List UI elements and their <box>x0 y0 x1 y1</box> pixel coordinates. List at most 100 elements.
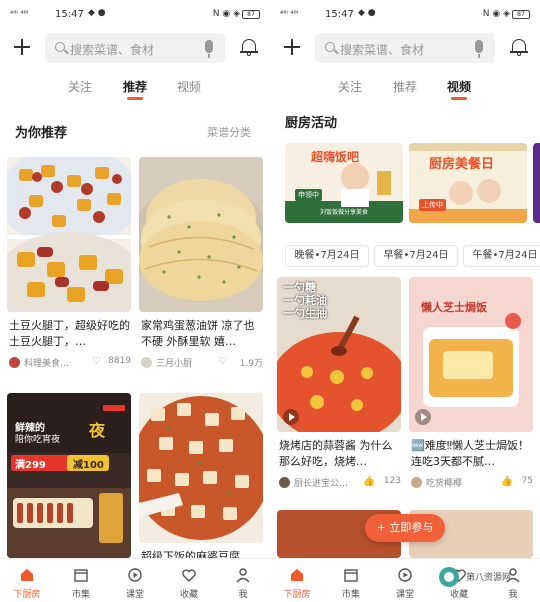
market-icon <box>344 569 358 582</box>
author-name: 吃货椰椰 <box>426 479 463 489</box>
section-title: 厨房活动 <box>285 116 338 131</box>
nav-item-me[interactable]: 我 <box>216 559 270 602</box>
watermark-logo: 第八资源网 <box>438 566 528 588</box>
recipe-image <box>139 157 263 312</box>
home-icon <box>291 569 303 581</box>
join-now-button[interactable]: + 立即参与 <box>365 514 445 542</box>
meal-chip[interactable]: 早餐•7月24日 <box>374 245 458 267</box>
avatar <box>279 477 290 488</box>
recipe-meta: 料理美食… ♡ 8819 <box>9 356 131 370</box>
ad-night-char: 夜 <box>89 421 106 440</box>
video-thumbnail: 一勺糖 一勺耗油 一勺生抽 <box>277 277 401 432</box>
tab-video[interactable]: 视频 <box>177 78 201 95</box>
market-icon <box>74 569 88 582</box>
video-title: 🆕难度‼懒人芝士焗饭！连吃3天都不腻… <box>411 439 530 468</box>
notification-icons: ◆ ● <box>88 8 106 18</box>
search-icon <box>325 42 335 52</box>
banner-subtitle: 刘饭饭做分享美食 <box>319 209 368 216</box>
video-thumbnail: 懒人芝士焗饭 <box>409 277 533 432</box>
activity-banner[interactable]: 超嗨饭吧 刘饭饭做分享美食 申领中 <box>285 143 403 223</box>
like-count: 8819 <box>108 356 131 366</box>
banner-badge: 申领中 <box>295 189 322 201</box>
tab-recommend[interactable]: 推荐 <box>123 78 147 100</box>
search-input[interactable]: 搜索菜谱、食材 <box>315 33 495 63</box>
video-meta: 厨长进宝公… 👍 123 <box>279 476 401 490</box>
ad-image: 鲜辣的 陪你吃宵夜 夜 满299 减100 <box>7 393 131 558</box>
recipe-title: 超级下饭的麻婆豆腐 <box>141 550 240 558</box>
ad-subline: 陪你吃宵夜 <box>15 435 61 445</box>
add-icon[interactable] <box>282 37 302 57</box>
video-overlay-line: 一勺耗油 <box>283 294 327 307</box>
system-icons: N ◉ ◈ <box>482 9 510 19</box>
author-name: 三月小厨 <box>156 359 193 369</box>
activity-banner[interactable]: 厨房美餐日 上传中 <box>409 143 527 223</box>
author-name: 厨长进宝公… <box>294 479 349 489</box>
person-icon <box>236 568 250 583</box>
nav-item-market[interactable]: 市集 <box>324 559 378 602</box>
tab-video[interactable]: 视频 <box>447 78 471 100</box>
recipe-image <box>139 393 263 543</box>
meal-chip[interactable]: 午餐•7月24日 <box>463 245 540 267</box>
search-placeholder: 搜索菜谱、食材 <box>70 43 155 57</box>
tab-follow[interactable]: 关注 <box>68 78 92 95</box>
status-bar: ⁴⁶ᴵ ⁴⁶ᴵ 15:47 ◆ ● N ◉ ◈ 87 <box>0 0 270 30</box>
activity-banner-partial[interactable] <box>533 143 540 223</box>
recipe-category-link[interactable]: 菜谱分类 <box>207 124 251 140</box>
banner-headline: 超嗨饭吧 <box>311 150 360 164</box>
ad-tag-threshold: 满299 <box>15 460 46 471</box>
like-count: 1.9万 <box>239 359 263 369</box>
microphone-icon[interactable] <box>205 40 213 58</box>
banner-headline: 厨房美餐日 <box>429 157 495 172</box>
video-overlay-line: 一勺生抽 <box>283 307 327 320</box>
like-count: 123 <box>383 476 401 486</box>
right-screen: ⁴⁶ᴵ ⁴⁶ᴵ 15:47 ◆ ● N ◉ ◈ 87 搜索菜谱、食材 关注 推荐… <box>270 0 540 602</box>
video-card[interactable]: 懒人芝士焗饭 🆕难度‼懒人芝士焗饭！连吃3天都不腻… 吃货椰椰 👍 75 <box>409 277 533 495</box>
microphone-icon[interactable] <box>475 40 483 58</box>
tab-follow[interactable]: 关注 <box>338 78 362 95</box>
video-card[interactable]: 一勺糖 一勺耗油 一勺生抽 烧烤店的蒜蓉酱 为什么那么好吃，烧烤… 厨长进宝公…… <box>277 277 401 495</box>
search-input[interactable]: 搜索菜谱、食材 <box>45 33 225 63</box>
bottom-nav: 下厨房 市集 课堂 收藏 我 <box>0 558 270 602</box>
bell-icon[interactable] <box>510 38 528 56</box>
ad-tag-discount: 减100 <box>73 460 104 471</box>
recipe-card[interactable]: 土豆火腿丁，超级好吃的土豆火腿丁，… 料理美食… ♡ 8819 <box>7 157 131 375</box>
heart-icon[interactable]: ♡ <box>92 356 101 367</box>
add-icon[interactable] <box>12 37 32 57</box>
avatar <box>141 357 152 368</box>
battery-icon: 87 <box>512 10 530 19</box>
video-overlay-line: 一勺糖 <box>283 281 316 294</box>
nav-item-favorites[interactable]: 收藏 <box>162 559 216 602</box>
nav-item-home[interactable]: 下厨房 <box>270 559 324 602</box>
home-icon <box>21 569 33 581</box>
search-placeholder: 搜索菜谱、食材 <box>340 43 425 57</box>
ad-card[interactable]: 鲜辣的 陪你吃宵夜 夜 满299 减100 <box>7 393 131 558</box>
nav-item-class[interactable]: 课堂 <box>108 559 162 602</box>
like-count: 75 <box>521 476 533 486</box>
clock: 15:47 <box>55 9 84 20</box>
heart-icon[interactable]: ♡ <box>218 356 227 367</box>
avatar <box>9 357 20 368</box>
battery-icon: 87 <box>242 10 260 19</box>
author-name: 料理美食… <box>24 359 70 369</box>
signal-indicator: ⁴⁶ᴵ ⁴⁶ᴵ <box>280 9 299 18</box>
recipe-card[interactable]: 超级下饭的麻婆豆腐 <box>139 393 263 558</box>
class-icon <box>398 568 412 582</box>
play-icon <box>283 409 299 425</box>
meal-chip[interactable]: 晚餐•7月24日 <box>285 245 369 267</box>
nav-item-market[interactable]: 市集 <box>54 559 108 602</box>
tab-bar: 关注 推荐 视频 <box>270 78 540 104</box>
watermark-text: 第八资源网 <box>466 573 512 583</box>
tab-recommend[interactable]: 推荐 <box>393 78 417 95</box>
nav-item-home[interactable]: 下厨房 <box>0 559 54 602</box>
thumbs-up-icon[interactable]: 👍 <box>363 476 375 487</box>
clock: 15:47 <box>325 9 354 20</box>
signal-indicator: ⁴⁶ᴵ ⁴⁶ᴵ <box>10 9 29 18</box>
nav-item-class[interactable]: 课堂 <box>378 559 432 602</box>
heart-icon <box>182 569 196 582</box>
recipe-meta: 三月小厨 ♡ 1.9万 <box>141 356 263 370</box>
bell-icon[interactable] <box>240 38 258 56</box>
play-icon <box>415 409 431 425</box>
recipe-card[interactable]: 家常鸡蛋葱油饼 凉了也不硬 外酥里软 嬉… 三月小厨 ♡ 1.9万 <box>139 157 263 375</box>
thumbs-up-icon[interactable]: 👍 <box>501 476 513 487</box>
video-meta: 吃货椰椰 👍 75 <box>411 476 533 490</box>
